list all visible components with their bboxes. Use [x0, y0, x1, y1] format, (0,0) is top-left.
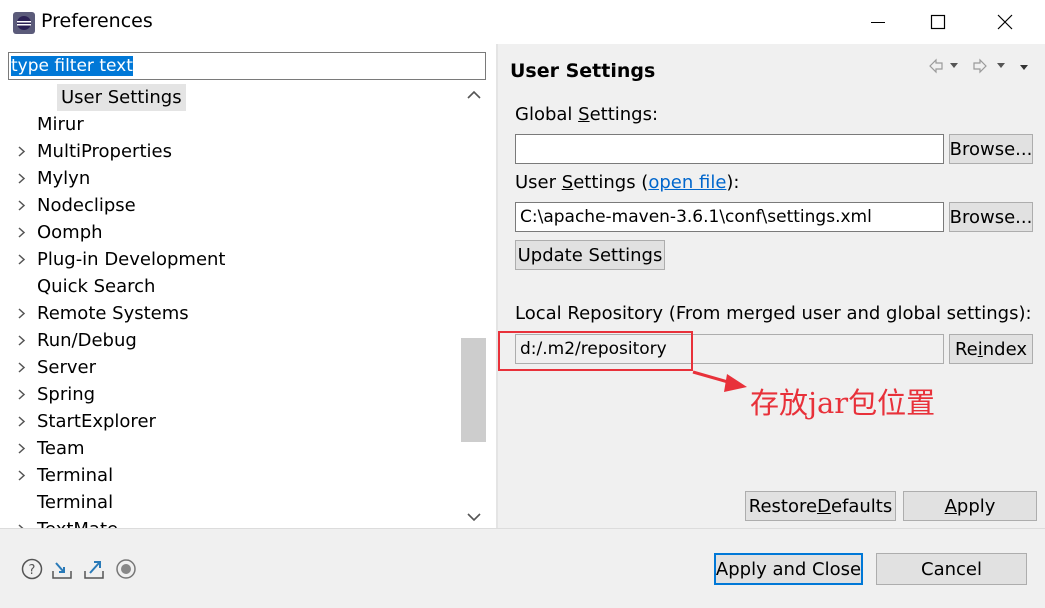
chevron-up-icon	[466, 90, 481, 99]
help-icon[interactable]: ?	[20, 557, 44, 581]
preferences-tree-pane: type filter text User Settings Mirur Multi…	[0, 44, 496, 528]
view-menu-icon[interactable]	[1020, 65, 1028, 70]
annotation-highlight-box	[498, 331, 693, 371]
window-title: Preferences	[41, 10, 153, 32]
user-settings-input[interactable]: C:\apache-maven-3.6.1\conf\settings.xml	[515, 202, 944, 232]
tree-item[interactable]: Terminal	[0, 489, 460, 516]
tree-item-label: Mirur	[37, 114, 84, 135]
tree-item-label: Oomph	[37, 222, 103, 243]
record-icon[interactable]	[114, 557, 138, 581]
preferences-tree: User Settings Mirur MultiProperties Mylyn No…	[0, 84, 460, 528]
chevron-right-icon[interactable]	[14, 219, 30, 246]
forward-dropdown-icon[interactable]	[997, 63, 1005, 68]
chevron-right-icon[interactable]	[14, 381, 30, 408]
reindex-button[interactable]: Re i ndex	[949, 334, 1033, 364]
tree-item-label: TextMate	[37, 516, 118, 528]
title-bar: Preferences	[0, 0, 1045, 44]
annotation-arrow-icon	[692, 370, 747, 392]
minimize-button[interactable]	[848, 0, 908, 44]
tree-item-label: User Settings	[57, 84, 186, 111]
tree-item[interactable]: User Settings	[0, 84, 460, 111]
forward-arrow-icon[interactable]	[973, 58, 987, 74]
tree-item[interactable]: Oomph	[0, 219, 460, 246]
tree-item-label: Run/Debug	[37, 330, 137, 351]
global-settings-label: Global Settings:	[515, 104, 659, 125]
chevron-right-icon[interactable]	[14, 516, 30, 528]
tree-item-label: Mylyn	[37, 168, 91, 189]
tree-item[interactable]: Mylyn	[0, 165, 460, 192]
tree-item-label: Remote Systems	[37, 303, 189, 324]
tree-item-label: Quick Search	[37, 276, 156, 297]
local-repository-label: Local Repository (From merged user and g…	[515, 303, 1032, 324]
chevron-right-icon[interactable]	[14, 435, 30, 462]
page-title: User Settings	[510, 60, 656, 82]
close-button[interactable]	[975, 0, 1035, 44]
tree-scrollbar[interactable]	[461, 84, 486, 528]
tree-item-label: Nodeclipse	[37, 195, 136, 216]
chevron-right-icon[interactable]	[14, 327, 30, 354]
close-icon	[997, 14, 1013, 30]
chevron-right-icon[interactable]	[14, 300, 30, 327]
apply-and-close-button[interactable]: Apply and Close	[714, 553, 863, 585]
scroll-down-button[interactable]	[461, 506, 486, 528]
tree-item-label: Plug-in Development	[37, 249, 226, 270]
chevron-right-icon[interactable]	[14, 192, 30, 219]
tree-item[interactable]: Plug-in Development	[0, 246, 460, 273]
tree-item[interactable]: TextMate	[0, 516, 460, 528]
filter-input[interactable]: type filter text	[8, 52, 486, 80]
tree-item-label: Team	[37, 438, 85, 459]
global-settings-browse-button[interactable]: Browse...	[949, 134, 1033, 164]
back-dropdown-icon[interactable]	[950, 63, 958, 68]
chevron-right-icon[interactable]	[14, 408, 30, 435]
minimize-icon	[871, 22, 885, 23]
chevron-right-icon[interactable]	[14, 462, 30, 489]
tree-item-label: MultiProperties	[37, 141, 172, 162]
chevron-right-icon[interactable]	[14, 165, 30, 192]
chevron-right-icon[interactable]	[14, 246, 30, 273]
restore-defaults-button[interactable]: Restore Defaults	[745, 491, 896, 521]
annotation-text: 存放jar包位置	[750, 386, 936, 420]
settings-page: User Settings Global Settings: Browse...…	[498, 44, 1045, 528]
scroll-up-button[interactable]	[461, 84, 486, 106]
maximize-button[interactable]	[908, 0, 968, 44]
export-icon[interactable]	[82, 557, 106, 581]
tree-item[interactable]: MultiProperties	[0, 138, 460, 165]
maximize-icon	[930, 14, 946, 30]
open-file-link[interactable]: open file	[648, 172, 726, 193]
dialog-footer: ? Apply and Close Cancel	[0, 529, 1045, 608]
chevron-right-icon[interactable]	[14, 138, 30, 165]
tree-item[interactable]: Spring	[0, 381, 460, 408]
tree-item[interactable]: Remote Systems	[0, 300, 460, 327]
back-arrow-icon[interactable]	[929, 58, 943, 74]
tree-item[interactable]: Quick Search	[0, 273, 460, 300]
user-settings-browse-button[interactable]: Browse...	[949, 202, 1033, 232]
scroll-thumb[interactable]	[461, 338, 486, 442]
chevron-right-icon[interactable]	[14, 354, 30, 381]
tree-item-label: Server	[37, 357, 97, 378]
tree-item[interactable]: Run/Debug	[0, 327, 460, 354]
tree-item[interactable]: StartExplorer	[0, 408, 460, 435]
user-settings-label: User Settings (open file):	[515, 172, 740, 193]
svg-text:?: ?	[29, 563, 36, 578]
tree-item[interactable]: Nodeclipse	[0, 192, 460, 219]
eclipse-app-icon	[13, 12, 35, 34]
cancel-button[interactable]: Cancel	[876, 553, 1027, 585]
filter-text: type filter text	[11, 56, 133, 76]
apply-button[interactable]: Apply	[903, 491, 1037, 521]
tree-item[interactable]: Mirur	[0, 111, 460, 138]
tree-item-label: Terminal	[37, 465, 114, 486]
chevron-down-icon	[466, 513, 481, 522]
import-icon[interactable]	[50, 557, 74, 581]
tree-item-label: Spring	[37, 384, 96, 405]
tree-item-label: Terminal	[37, 492, 114, 513]
tree-item[interactable]: Terminal	[0, 462, 460, 489]
update-settings-button[interactable]: Update Settings	[515, 240, 665, 270]
global-settings-input[interactable]	[515, 134, 944, 164]
page-navigation	[929, 58, 1028, 74]
tree-item[interactable]: Team	[0, 435, 460, 462]
tree-item[interactable]: Server	[0, 354, 460, 381]
tree-item-label: StartExplorer	[37, 411, 156, 432]
